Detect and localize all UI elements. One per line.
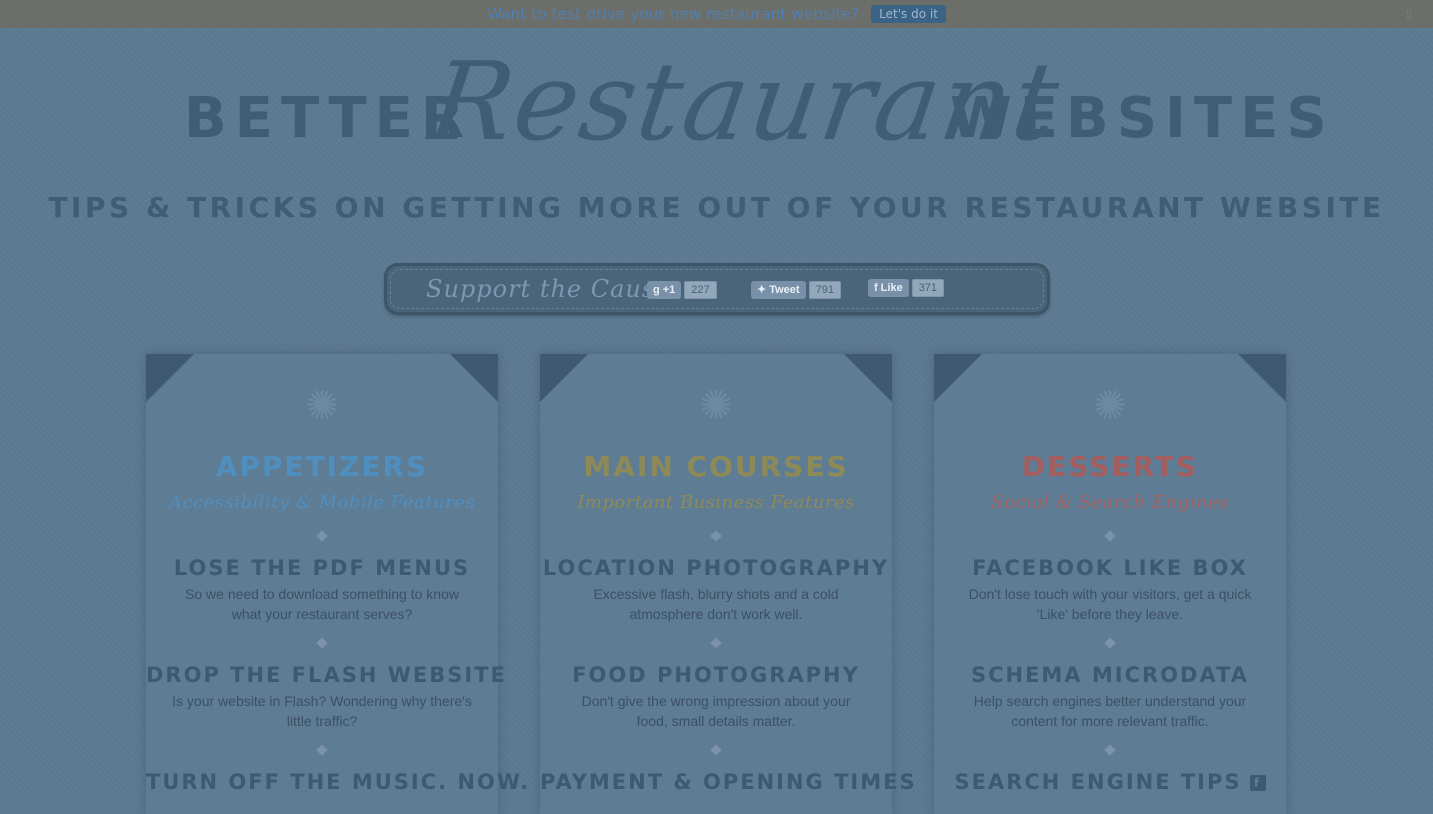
card-subtitle: Accessibility & Mobile Features [168,492,476,513]
like-count: 371 [911,279,945,297]
divider-diamond-icon [1104,530,1116,542]
divider-diamond-icon [316,530,328,542]
item-text: Excessive flash, blurry shots and a cold… [593,586,839,622]
gplus-button[interactable]: g +1 [647,281,682,299]
support-label: Support the Cause [426,275,671,303]
item-heading-text: SEARCH ENGINE TIPS [954,770,1242,794]
item-heading: FACEBOOK LIKE BOX [972,556,1248,580]
chef-emblem-icon: ✺ [699,384,733,428]
card-title: APPETIZERS [215,450,429,483]
tweet-count: 791 [808,281,841,299]
list-item[interactable]: SCHEMA MICRODATA Help search engines bet… [934,663,1286,731]
card-title: DESSERTS [1021,450,1199,483]
item-heading: TURN OFF THE MUSIC. NOW. [146,770,531,794]
card-subtitle: Social & Search Engines [991,492,1229,513]
item-heading: LOSE THE PDF MENUS [173,556,471,580]
card-corner-right [1238,354,1286,402]
divider-diamond-icon [316,744,328,756]
item-text: Don't lose touch with your visitors, get… [968,586,1252,622]
list-item[interactable]: FACEBOOK LIKE BOX Don't lose touch with … [934,556,1286,624]
divider-diamond-icon [316,637,328,649]
item-text: Don't give the wrong impression about yo… [581,693,851,729]
promo-bar: Want to test drive your new restaurant w… [0,0,1433,30]
tweet-share[interactable]: ✦ Tweet 791 [751,280,841,300]
card-corner-right [844,354,892,402]
item-heading: DROP THE FLASH WEBSITE [146,663,507,687]
facebook-like-button[interactable]: f Like [868,279,909,297]
collapse-arrow-icon[interactable]: ⇧ [1403,6,1419,22]
item-text: Is your website in Flash? Wondering why … [172,693,472,729]
item-heading: SCHEMA MICRODATA [970,663,1250,687]
chef-emblem-icon: ✺ [305,384,339,428]
item-heading: PAYMENT & OPENING TIMES [540,770,917,794]
item-heading: FOOD PHOTOGRAPHY [572,663,860,687]
divider-diamond-icon [1104,637,1116,649]
card-corner-left [540,354,588,402]
item-heading: LOCATION PHOTOGRAPHY [542,556,890,580]
like-label: Like [880,282,903,294]
list-item[interactable]: SEARCH ENGINE TIPS f [934,770,1286,794]
list-item[interactable]: LOSE THE PDF MENUS So we need to downloa… [146,556,498,624]
card-subtitle: Important Business Features [577,492,855,513]
item-heading: SEARCH ENGINE TIPS f [934,770,1286,794]
item-text: Help search engines better understand yo… [973,693,1247,729]
list-item[interactable]: PAYMENT & OPENING TIMES [540,770,917,794]
gplus-icon: g [653,284,660,296]
card-main-courses: ✺ MAIN COURSES Important Business Featur… [540,354,917,814]
promo-message: Want to test drive your new restaurant w… [487,5,860,23]
item-text: So we need to download something to know… [185,586,459,622]
chef-emblem-icon: ✺ [1093,384,1127,428]
divider-diamond-icon [710,530,722,542]
gplus-count: 227 [684,281,717,299]
site-logo: BETTER Restaurant WEBSITES [0,40,1433,190]
list-item[interactable]: FOOD PHOTOGRAPHY Don't give the wrong im… [540,663,892,731]
card-desserts: ✺ DESSERTS Social & Search Engines FACEB… [934,354,1286,814]
tweet-button[interactable]: ✦ Tweet [751,281,806,299]
facebook-like-share[interactable]: f Like 371 [868,278,945,298]
facebook-icon[interactable]: f [1249,775,1266,791]
promo-cta-button[interactable]: Let's do it [871,5,946,23]
site-tagline: TIPS & TRICKS ON GETTING MORE OUT OF YOU… [48,191,1385,224]
list-item[interactable]: TURN OFF THE MUSIC. NOW. [146,770,531,794]
logo-word-websites: WEBSITES [950,86,1335,151]
gplus-label: +1 [662,284,676,296]
support-panel: Support the Cause g +1 227 ✦ Tweet 791 f… [384,263,1050,315]
divider-diamond-icon [710,744,722,756]
card-appetizers: ✺ APPETIZERS Accessibility & Mobile Feat… [146,354,531,814]
divider-diamond-icon [710,637,722,649]
card-corner-left [934,354,982,402]
card-corner-right [450,354,498,402]
logo-word-restaurant: Restaurant [422,40,1068,165]
card-corner-left [146,354,194,402]
facebook-icon: f [874,282,878,294]
list-item[interactable]: DROP THE FLASH WEBSITE Is your website i… [146,663,507,731]
tweet-label: Tweet [769,284,800,296]
gplus-share[interactable]: g +1 227 [647,280,717,300]
divider-diamond-icon [1104,744,1116,756]
card-title: MAIN COURSES [583,450,849,483]
list-item[interactable]: LOCATION PHOTOGRAPHY Excessive flash, bl… [540,556,892,624]
twitter-bird-icon: ✦ [757,284,767,296]
